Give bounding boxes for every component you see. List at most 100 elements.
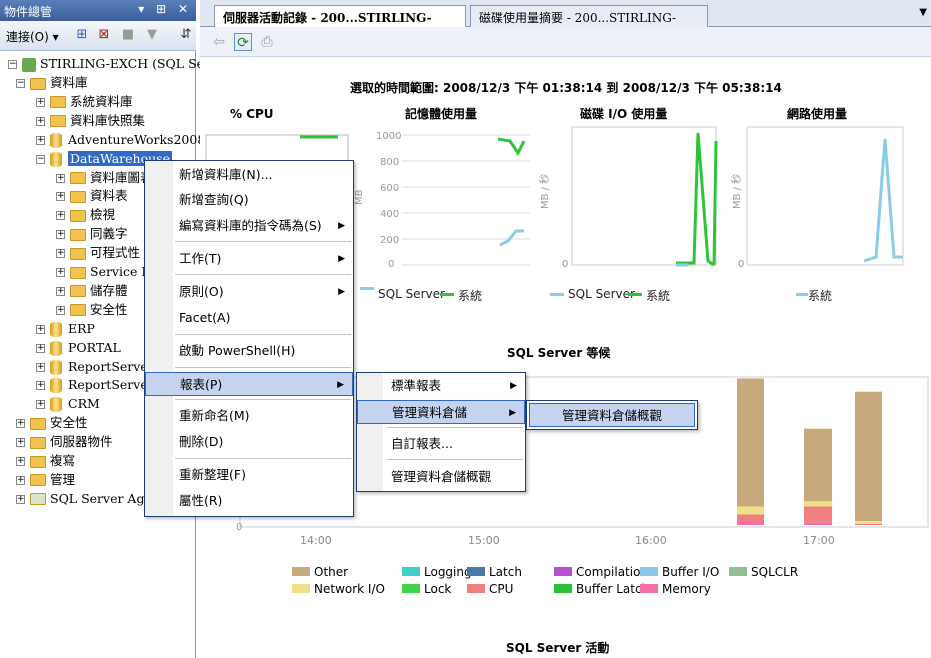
- refresh-icon[interactable]: ⇵: [178, 27, 194, 43]
- expand-icon[interactable]: +: [36, 400, 45, 410]
- menu-item-refresh[interactable]: 重新整理(F): [145, 463, 353, 487]
- object-explorer-title-bar: 物件總管 ▾ ⊞ ✕: [0, 0, 196, 21]
- tree-node[interactable]: + SQL Server Agent: [16, 490, 165, 508]
- menu-item-properties[interactable]: 屬性(R): [145, 489, 353, 513]
- tab-disk-usage[interactable]: 磁碟使用量摘要 - 200...STIRLING-EXCH: [470, 5, 708, 40]
- menu-item-script-database[interactable]: 編寫資料庫的指令碼為(S) ▶: [145, 214, 353, 238]
- server-node[interactable]: − STIRLING-EXCH (SQL Serv: [8, 55, 217, 73]
- document-tab-bar: 伺服器活動記錄 - 200...STIRLING-EXCH 磁碟使用量摘要 - …: [200, 0, 931, 40]
- tree-node[interactable]: + ReportServer: [36, 358, 154, 376]
- refresh-report-icon[interactable]: ⟳: [234, 33, 252, 51]
- menu-item-new-database[interactable]: 新增資料庫(N)...: [145, 163, 353, 187]
- expand-icon[interactable]: +: [56, 268, 65, 277]
- tree-node[interactable]: + 可程式性: [56, 244, 140, 262]
- expand-icon[interactable]: +: [16, 475, 25, 485]
- tree-node[interactable]: + 管理: [16, 471, 75, 489]
- menu-item-policies[interactable]: 原則(O) ▶: [145, 280, 353, 304]
- tree-node[interactable]: + 資料庫圖表: [56, 169, 153, 187]
- filter-icon[interactable]: ▼: [144, 27, 160, 43]
- tree-node[interactable]: + 伺服器物件: [16, 433, 113, 451]
- expand-icon[interactable]: +: [56, 286, 65, 296]
- menu-item-rename[interactable]: 重新命名(M): [145, 404, 353, 428]
- menu-item-delete[interactable]: 刪除(D): [145, 430, 353, 454]
- tree-node[interactable]: + 複寫: [16, 452, 75, 470]
- tree-node[interactable]: + 安全性: [16, 414, 88, 432]
- menu-item-powershell[interactable]: 啟動 PowerShell(H): [145, 339, 353, 363]
- tree-node[interactable]: + 安全性: [56, 301, 128, 319]
- tree-node[interactable]: + 儲存體: [56, 282, 128, 300]
- mem-tick: 800: [380, 157, 399, 168]
- disconnect-icon[interactable]: ⊠: [96, 27, 112, 43]
- menu-item-standard-reports[interactable]: 標準報表 ▶: [357, 374, 525, 398]
- connect-button[interactable]: 連接(O) ▾: [6, 28, 59, 45]
- tree-node[interactable]: + PORTAL: [36, 339, 121, 357]
- collapse-icon[interactable]: −: [16, 79, 25, 88]
- wait-bar-segment: [855, 523, 882, 525]
- print-icon[interactable]: ⎙: [258, 33, 276, 51]
- menu-item-dw-overview[interactable]: 管理資料倉儲概觀: [357, 465, 525, 489]
- expand-icon[interactable]: +: [56, 192, 65, 202]
- expand-icon[interactable]: +: [16, 457, 25, 466]
- tree-node[interactable]: + 資料庫快照集: [36, 112, 145, 130]
- expand-icon[interactable]: +: [56, 211, 65, 221]
- expand-icon[interactable]: +: [16, 438, 25, 448]
- wait-legend-item: Buffer Latch: [554, 582, 649, 596]
- legend-swatch: [640, 567, 658, 576]
- wait-legend-item: Memory: [640, 582, 711, 596]
- legend-label: Compilation: [576, 565, 649, 579]
- expand-icon[interactable]: +: [56, 305, 65, 315]
- expand-icon[interactable]: +: [36, 116, 45, 126]
- wait-time-tick: 16:00: [635, 534, 667, 547]
- tree-node[interactable]: + 同義字: [56, 225, 128, 243]
- stop-icon[interactable]: ■: [120, 27, 136, 43]
- folder-icon: [30, 474, 46, 487]
- panel-buttons[interactable]: ▾ ⊞ ✕: [138, 2, 192, 16]
- waits-legend: Other Logging Latch Compilation Buffer I/O SQ…: [292, 565, 892, 605]
- tree-node[interactable]: + ERP: [36, 320, 95, 338]
- menu-item-manage-dw[interactable]: 管理資料倉儲 ▶: [357, 400, 525, 424]
- expand-icon[interactable]: +: [56, 249, 65, 259]
- expand-icon[interactable]: +: [16, 494, 25, 504]
- expand-icon[interactable]: +: [16, 419, 25, 429]
- tree-node-label: 資料表: [90, 188, 128, 204]
- connect-server-icon[interactable]: ⊞: [74, 27, 90, 43]
- tab-dropdown-icon[interactable]: ▼: [919, 7, 927, 18]
- tree-node[interactable]: + 系統資料庫: [36, 93, 133, 111]
- expand-icon[interactable]: +: [56, 230, 65, 240]
- connect-label: 連接(O): [6, 30, 49, 44]
- menu-item-new-query[interactable]: 新增查詢(Q): [145, 188, 353, 212]
- legend-sqlserver: SQL Server: [568, 287, 635, 301]
- expand-icon[interactable]: +: [36, 381, 45, 391]
- expand-icon[interactable]: +: [36, 362, 45, 372]
- menu-item-label: 刪除(D): [179, 434, 224, 449]
- tab-server-activity[interactable]: 伺服器活動記錄 - 200...STIRLING-EXCH: [214, 5, 466, 40]
- wait-legend-item: CPU: [467, 582, 513, 596]
- disk-axis-label: MB / 秒: [538, 174, 551, 209]
- back-icon[interactable]: ⇦: [210, 33, 228, 51]
- collapse-icon[interactable]: −: [8, 60, 17, 69]
- mem-tick: 0: [388, 259, 394, 270]
- database-icon: [50, 378, 62, 394]
- menu-item-dw-overview-highlighted[interactable]: 管理資料倉儲概觀: [529, 403, 695, 427]
- collapse-icon[interactable]: −: [36, 154, 45, 164]
- wait-legend-item: Other: [292, 565, 348, 579]
- menu-item-label: 新增資料庫(N)...: [179, 167, 273, 182]
- tree-node[interactable]: + 檢視: [56, 206, 115, 224]
- menu-item-tasks[interactable]: 工作(T) ▶: [145, 247, 353, 271]
- menu-item-facets[interactable]: Facet(A): [145, 306, 353, 330]
- expand-icon[interactable]: +: [36, 343, 45, 353]
- expand-icon[interactable]: +: [36, 324, 45, 334]
- legend-label: Memory: [662, 582, 711, 596]
- menu-item-reports[interactable]: 報表(P) ▶: [145, 372, 353, 396]
- menu-item-custom-reports[interactable]: 自訂報表...: [357, 432, 525, 456]
- tree-node[interactable]: − 資料庫: [16, 74, 88, 92]
- tree-node-label: 資料庫: [50, 75, 88, 90]
- folder-icon: [70, 304, 86, 317]
- expand-icon[interactable]: +: [36, 135, 45, 145]
- folder-icon: [70, 247, 86, 260]
- tree-node[interactable]: + CRM: [36, 395, 100, 413]
- expand-icon[interactable]: +: [56, 173, 65, 183]
- tree-node[interactable]: + AdventureWorks2008: [36, 131, 205, 149]
- tree-node[interactable]: + 資料表: [56, 187, 128, 205]
- expand-icon[interactable]: +: [36, 97, 45, 107]
